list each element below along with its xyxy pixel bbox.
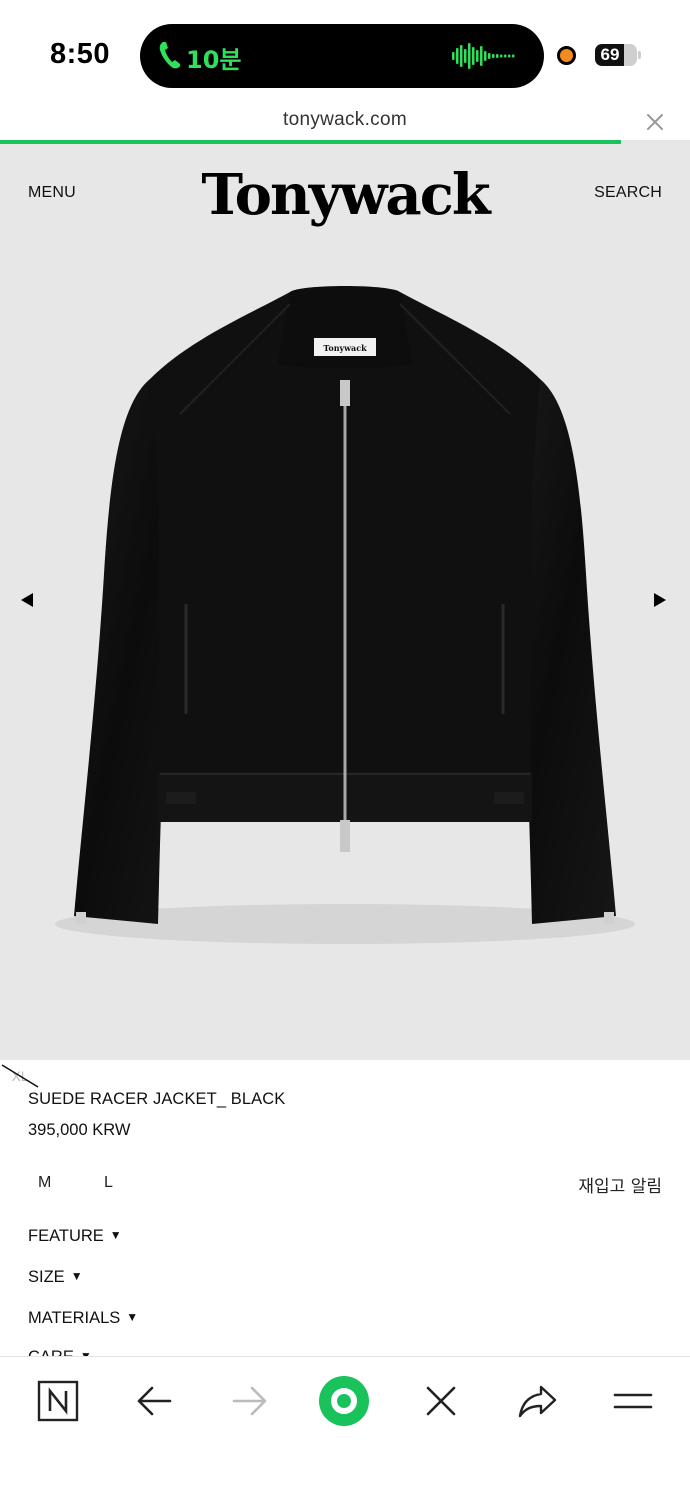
accordion-materials[interactable]: MATERIALS ▼ <box>28 1309 138 1328</box>
accordion-care-label: CARE <box>28 1348 74 1356</box>
battery-tip <box>638 51 641 59</box>
accordion-feature-label: FEATURE <box>28 1227 104 1245</box>
accordion-size-label: SIZE <box>28 1268 65 1286</box>
caret-down-icon: ▼ <box>70 1269 83 1283</box>
site-header: MENU Tonywack SEARCH <box>0 144 690 244</box>
search-link[interactable]: SEARCH <box>594 184 662 202</box>
status-time: 8:50 <box>50 38 111 70</box>
back-arrow-icon[interactable] <box>132 1379 176 1423</box>
battery-percent: 69 <box>600 45 620 64</box>
caret-down-icon: ▼ <box>79 1349 92 1356</box>
product-price: 395,000 KRW <box>28 1121 131 1139</box>
product-info: SUEDE RACER JACKET_ BLACK 395,000 KRW M … <box>0 1060 690 1356</box>
forward-arrow-icon[interactable] <box>228 1379 272 1423</box>
accordion-size[interactable]: SIZE ▼ <box>28 1268 83 1287</box>
status-bar: 8:50 10분 69 <box>0 0 690 100</box>
site-logo[interactable]: Tonywack <box>0 162 690 228</box>
product-image[interactable]: Tonywack <box>0 244 690 1060</box>
recording-indicator-icon <box>557 46 576 65</box>
close-icon[interactable] <box>419 1379 463 1423</box>
battery-icon: 69 <box>595 44 637 66</box>
dynamic-island-call[interactable]: 10분 <box>140 24 544 88</box>
browser-toolbar <box>0 1356 690 1500</box>
url-text[interactable]: tonywack.com <box>0 109 690 131</box>
url-bar[interactable]: tonywack.com <box>0 100 690 142</box>
call-duration: 10분 <box>186 46 242 74</box>
triangle-left-icon[interactable] <box>19 592 35 608</box>
phone-icon <box>159 42 180 69</box>
accordion-materials-label: MATERIALS <box>28 1309 121 1327</box>
menu-icon[interactable] <box>611 1379 655 1423</box>
svg-text:Tonywack: Tonywack <box>323 343 367 353</box>
product-gallery: Tonywack <box>0 244 690 1060</box>
product-name: SUEDE RACER JACKET_ BLACK <box>28 1090 286 1108</box>
size-option-m[interactable]: M <box>38 1174 51 1192</box>
share-icon[interactable] <box>515 1379 559 1423</box>
naver-n-icon[interactable] <box>36 1379 80 1423</box>
close-icon[interactable] <box>645 112 665 132</box>
triangle-right-icon[interactable] <box>652 592 668 608</box>
caret-down-icon: ▼ <box>109 1228 122 1242</box>
restock-alert-button[interactable]: 재입고 알림 <box>578 1172 662 1197</box>
accordion-care[interactable]: CARE ▼ <box>28 1348 92 1356</box>
audio-waveform-icon <box>452 43 515 69</box>
size-option-xl-sold-out[interactable]: XL <box>0 1060 40 1090</box>
accordion-feature[interactable]: FEATURE ▼ <box>28 1227 122 1246</box>
size-option-l[interactable]: L <box>104 1174 113 1192</box>
caret-down-icon: ▼ <box>126 1310 139 1324</box>
green-circle-icon[interactable] <box>318 1375 370 1427</box>
